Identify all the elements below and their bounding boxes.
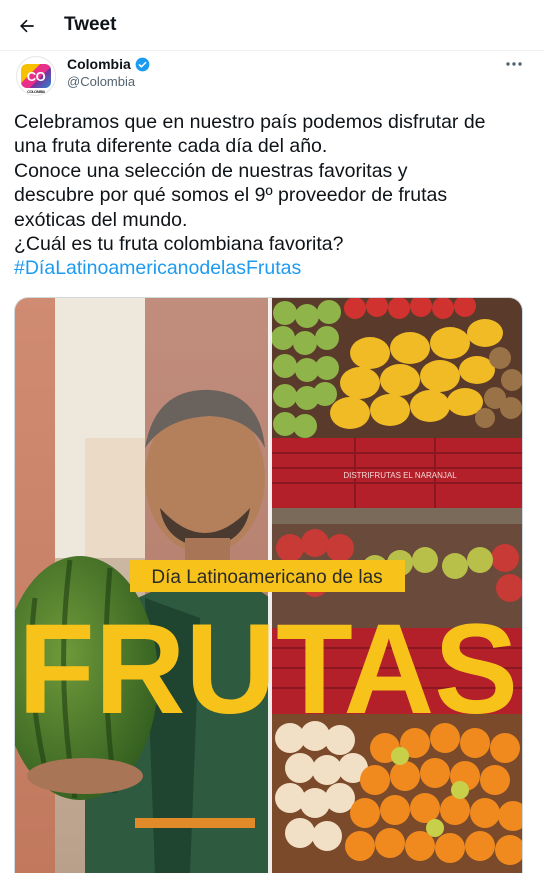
back-button[interactable]: [10, 9, 44, 43]
avatar[interactable]: CO COLOMBIA: [16, 56, 56, 96]
tweet-line: Conoce una selección de nuestras favorit…: [14, 159, 408, 182]
arrow-left-icon: [20, 19, 34, 33]
more-dots-icon: [506, 62, 522, 66]
author-name-row[interactable]: Colombia: [67, 56, 150, 72]
tweet-header: CO COLOMBIA Colombia @Colombia: [0, 52, 544, 102]
big-title-text: FRUTAS: [18, 598, 518, 741]
verified-badge-icon: [135, 57, 150, 71]
author-handle[interactable]: @Colombia: [67, 74, 135, 89]
tweet-line: ¿Cuál es tu fruta colombiana favorita?: [14, 233, 344, 256]
banner-text: Día Latinoamericano de las: [151, 567, 382, 588]
tweet-line: Celebramos que en nuestro país podemos d…: [14, 111, 486, 133]
tweet-text: Celebramos que en nuestro país podemos d…: [14, 110, 524, 281]
hashtag-link[interactable]: #DíaLatinoamericanodelasFrutas: [14, 256, 524, 280]
crate-label: DISTRIFRUTAS EL NARANJAL: [343, 471, 457, 480]
fruit-market-photo: DISTRIFRUTAS EL NARANJAL Día Latinoameri…: [15, 298, 522, 873]
author-display-name[interactable]: Colombia: [67, 56, 131, 72]
top-bar: Tweet: [0, 0, 544, 51]
more-options-button[interactable]: [500, 54, 528, 74]
tweet-line: descubre por qué somos el 9º proveedor d…: [14, 184, 448, 207]
avatar-text: CO: [26, 68, 46, 84]
colombia-logo-icon: CO COLOMBIA: [21, 64, 51, 94]
page-title: Tweet: [64, 14, 117, 35]
avatar-subtext: COLOMBIA: [27, 89, 45, 94]
tweet-line: exóticas del mundo.: [14, 208, 188, 231]
tweet-line: una fruta diferente cada día del año.: [14, 135, 328, 158]
tweet-media-image[interactable]: DISTRIFRUTAS EL NARANJAL Día Latinoameri…: [14, 297, 523, 873]
